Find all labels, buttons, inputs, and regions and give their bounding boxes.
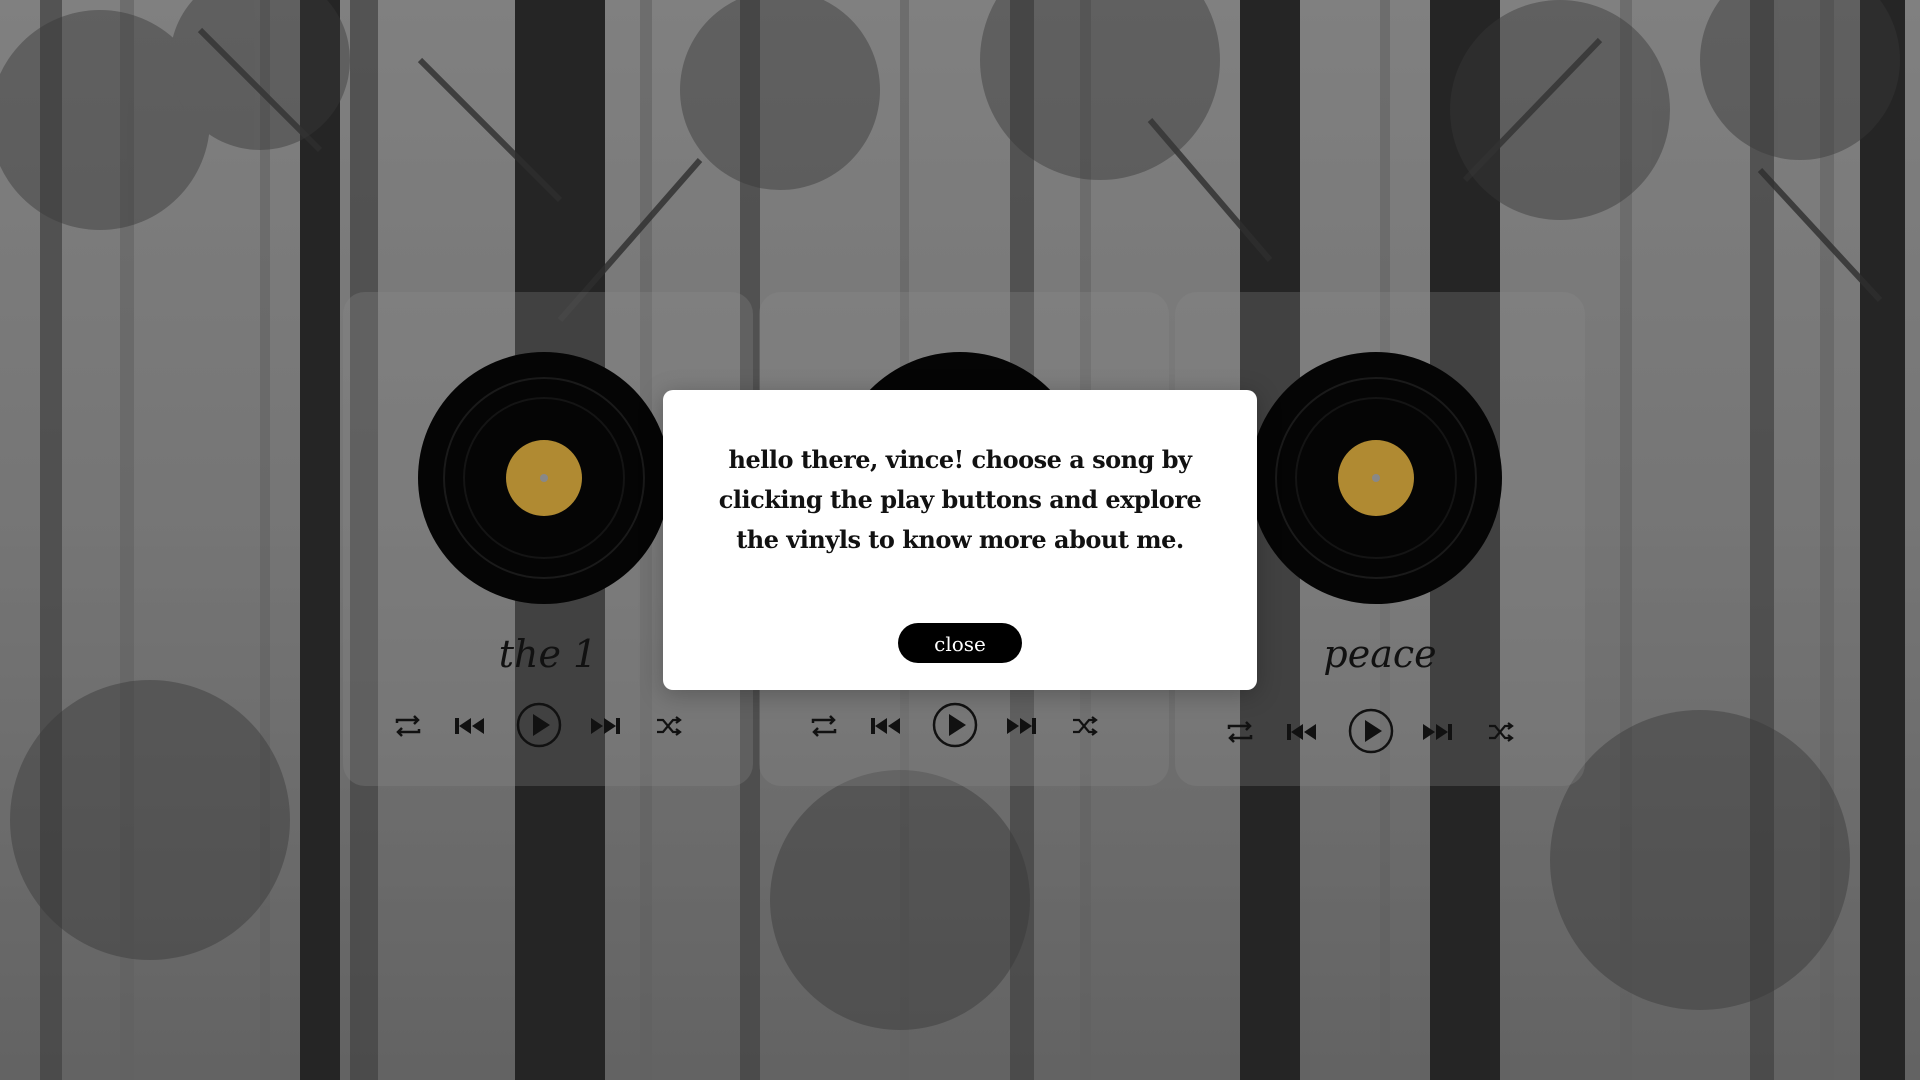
player-controls-1 [343,702,753,762]
welcome-modal: hello there, vince! choose a song by cli… [663,390,1257,690]
repeat-icon[interactable] [1225,720,1269,768]
previous-icon[interactable] [869,714,913,762]
next-icon[interactable] [588,714,632,762]
shuffle-icon[interactable] [1487,720,1531,768]
previous-icon[interactable] [1285,720,1329,768]
vinyl-record-1[interactable] [418,352,670,604]
play-button[interactable] [932,702,980,750]
play-button[interactable] [1348,708,1396,756]
play-button[interactable] [516,702,564,750]
repeat-icon[interactable] [809,714,853,762]
shuffle-icon[interactable] [1071,714,1115,762]
next-icon[interactable] [1004,714,1048,762]
player-controls-2 [759,702,1169,762]
next-icon[interactable] [1420,720,1464,768]
previous-icon[interactable] [453,714,497,762]
close-button[interactable]: close [898,623,1022,663]
modal-message: hello there, vince! choose a song by cli… [718,445,1202,554]
player-controls-3 [1175,708,1585,768]
app-stage: the 1 peace hello there, vince! choose a… [0,0,1920,1080]
shuffle-icon[interactable] [655,714,699,762]
repeat-icon[interactable] [393,714,437,762]
vinyl-record-3[interactable] [1250,352,1502,604]
